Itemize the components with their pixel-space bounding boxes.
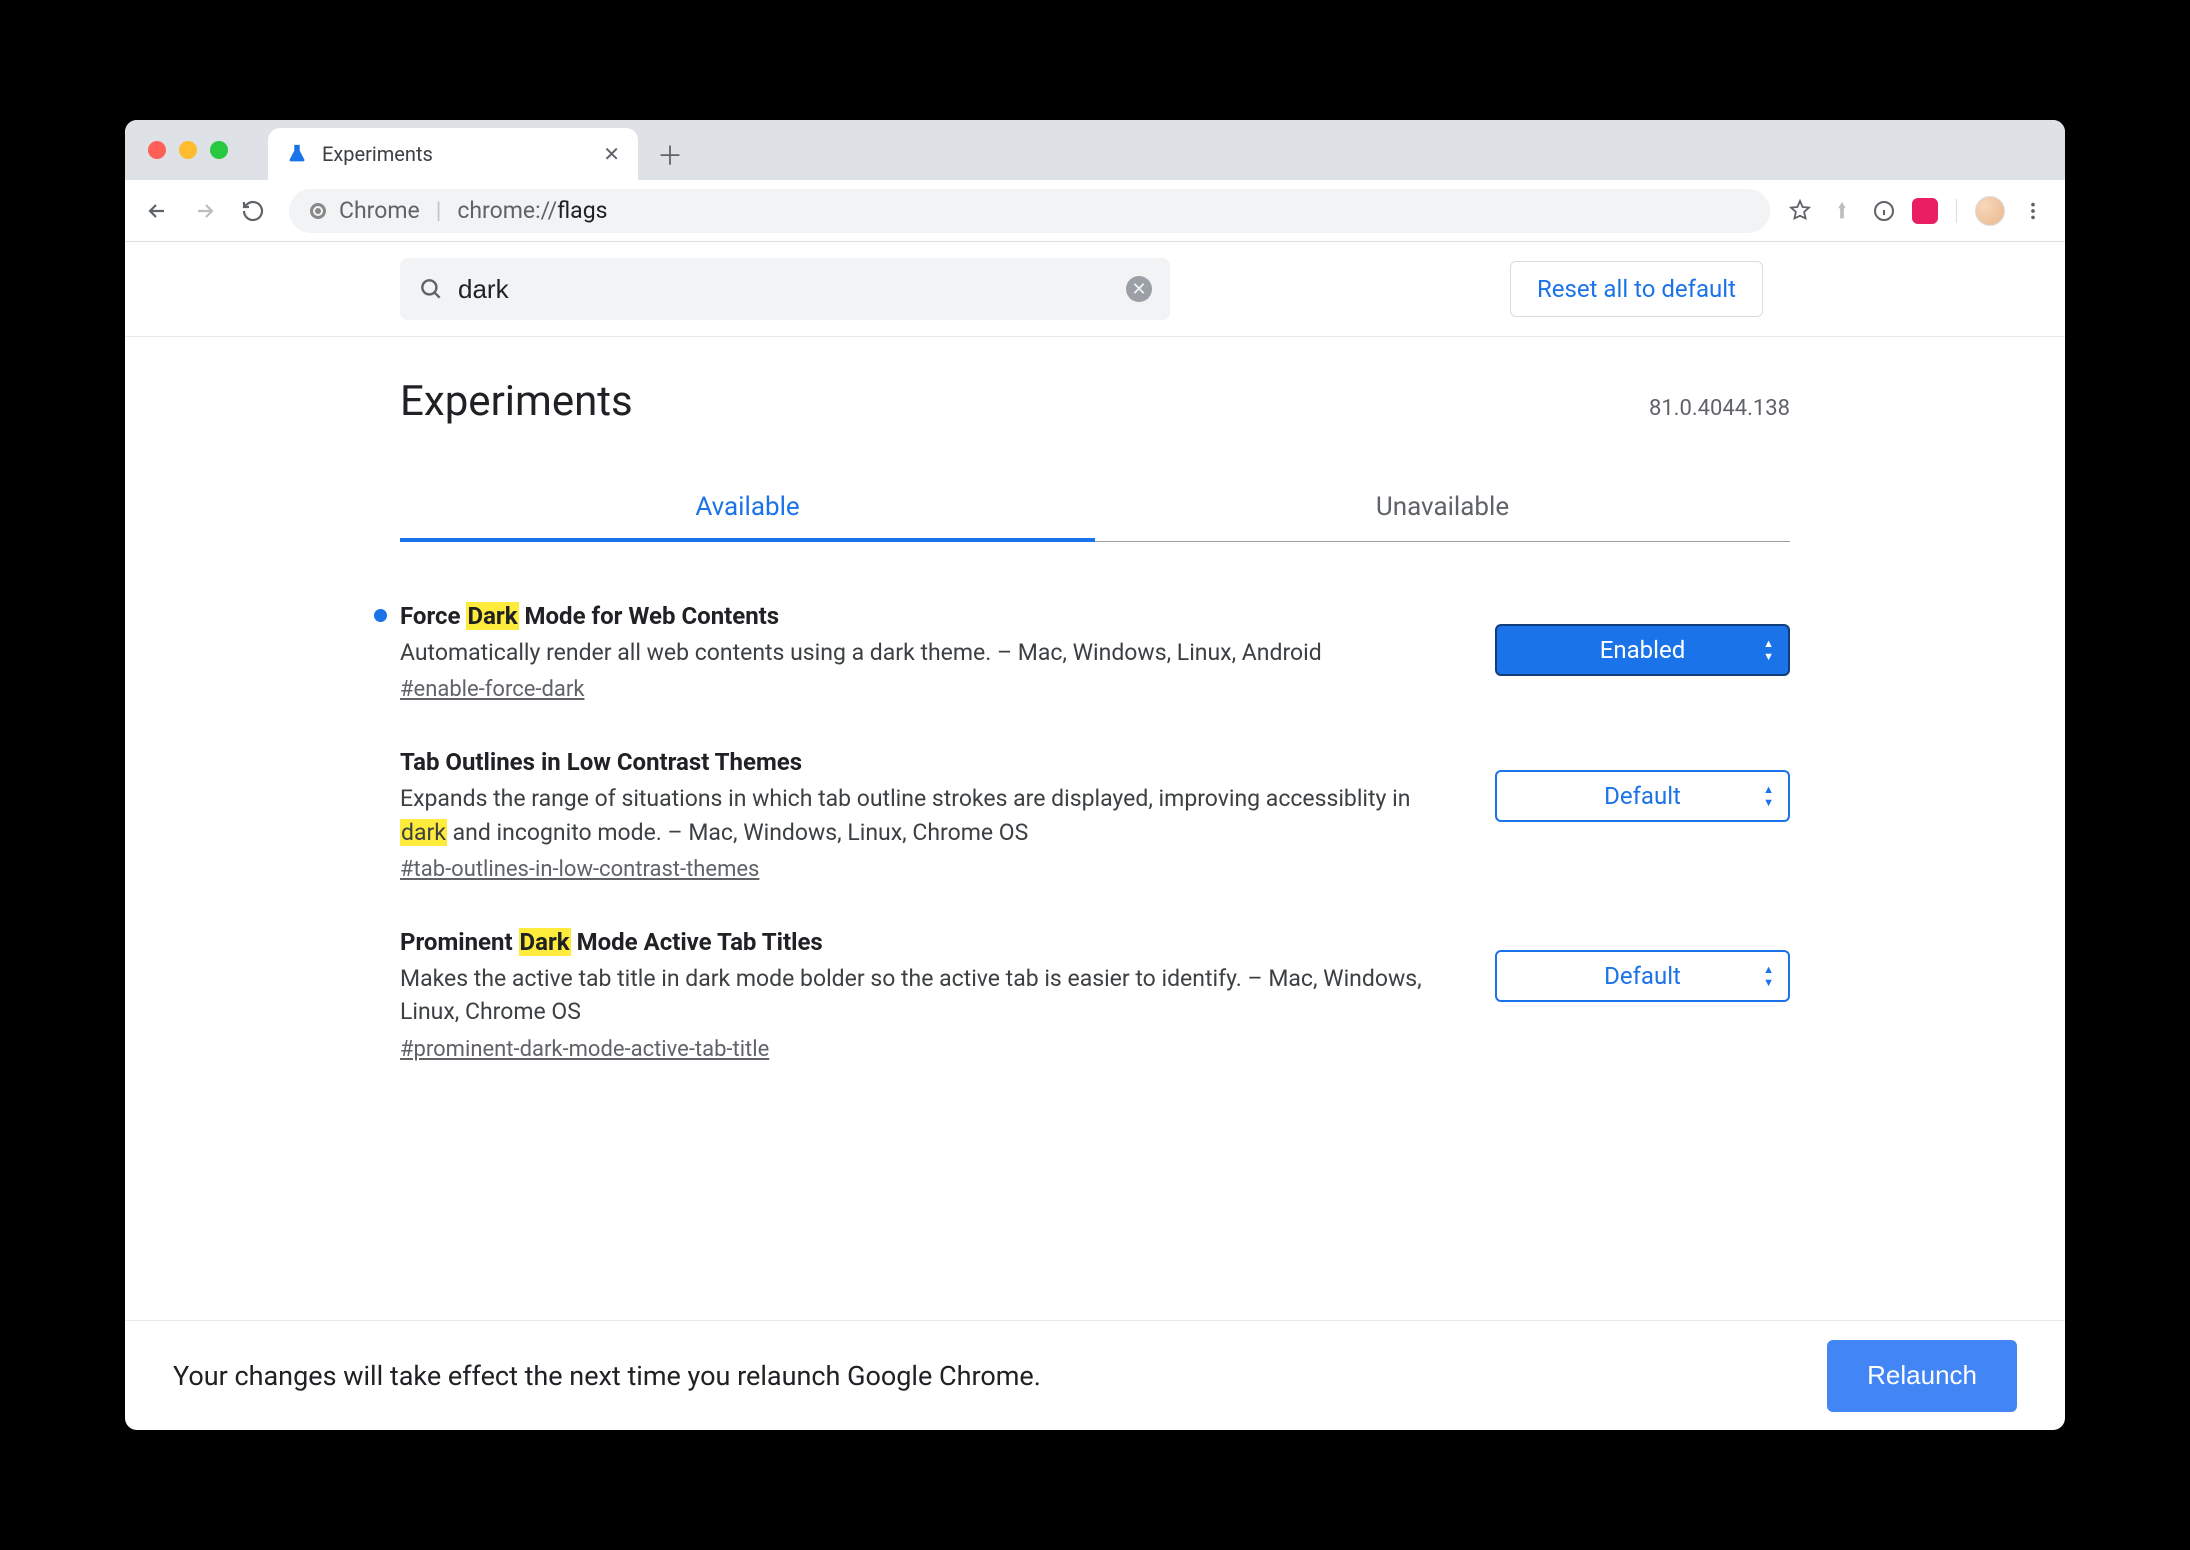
extension-pink-icon[interactable] (1912, 198, 1938, 224)
window-close-button[interactable] (148, 141, 166, 159)
tab-available[interactable]: Available (400, 476, 1095, 542)
select-arrows-icon: ▲▼ (1763, 964, 1774, 988)
address-bar[interactable]: Chrome | chrome://flags (289, 189, 1770, 233)
reload-button[interactable] (233, 191, 273, 231)
browser-tab[interactable]: Experiments ✕ (268, 128, 638, 180)
flag-row: Prominent Dark Mode Active Tab Titles Mak… (400, 918, 1790, 1098)
flag-anchor-link[interactable]: #tab-outlines-in-low-contrast-themes (400, 857, 759, 882)
toolbar-right (1786, 196, 2053, 226)
flask-icon (286, 143, 308, 165)
forward-button[interactable] (185, 191, 225, 231)
modified-indicator (374, 609, 387, 622)
search-icon (418, 276, 444, 302)
flag-anchor-link[interactable]: #prominent-dark-mode-active-tab-title (400, 1037, 769, 1062)
flag-anchor-link[interactable]: #enable-force-dark (400, 677, 584, 702)
flag-select-value: Default (1604, 962, 1681, 990)
profile-avatar[interactable] (1975, 196, 2005, 226)
chrome-version: 81.0.4044.138 (1649, 396, 1790, 421)
flag-select[interactable]: Enabled ▲▼ (1495, 624, 1790, 676)
flag-row: Force Dark Mode for Web Contents Automati… (400, 592, 1790, 738)
flag-title: Force Dark Mode for Web Contents (400, 602, 1455, 630)
bookmark-star-icon[interactable] (1786, 197, 1814, 225)
window-minimize-button[interactable] (179, 141, 197, 159)
back-button[interactable] (137, 191, 177, 231)
flags-search-input[interactable] (458, 274, 1112, 305)
relaunch-message: Your changes will take effect the next t… (173, 1360, 1041, 1392)
clear-search-button[interactable]: ✕ (1126, 276, 1152, 302)
flags-tabs: Available Unavailable (400, 476, 1790, 542)
tab-strip: Experiments ✕ ＋ (125, 120, 2065, 180)
flag-select-value: Enabled (1600, 636, 1686, 664)
window-controls (140, 141, 268, 159)
flag-description: Automatically render all web contents us… (400, 636, 1455, 669)
select-arrows-icon: ▲▼ (1763, 638, 1774, 662)
menu-button[interactable] (2019, 197, 2047, 225)
chrome-icon (307, 200, 329, 222)
flag-select[interactable]: Default ▲▼ (1495, 770, 1790, 822)
tab-title: Experiments (322, 142, 589, 166)
flags-list: Force Dark Mode for Web Contents Automati… (400, 592, 1790, 1098)
tab-unavailable[interactable]: Unavailable (1095, 476, 1790, 542)
info-icon[interactable] (1870, 197, 1898, 225)
flag-title: Prominent Dark Mode Active Tab Titles (400, 928, 1455, 956)
browser-window: Experiments ✕ ＋ Chrome | chrome://flags (125, 120, 2065, 1430)
omnibox-url: flags (557, 197, 607, 224)
window-maximize-button[interactable] (210, 141, 228, 159)
page-content: ✕ Reset all to default Experiments 81.0.… (125, 242, 2065, 1320)
flag-description: Makes the active tab title in dark mode … (400, 962, 1455, 1029)
flag-select[interactable]: Default ▲▼ (1495, 950, 1790, 1002)
extension-icon[interactable] (1828, 197, 1856, 225)
page-title: Experiments (400, 377, 633, 426)
omnibox-url-prefix: chrome:// (457, 197, 557, 224)
tab-close-button[interactable]: ✕ (603, 142, 620, 166)
flags-header: ✕ Reset all to default (125, 242, 2065, 337)
relaunch-button[interactable]: Relaunch (1827, 1340, 2017, 1412)
select-arrows-icon: ▲▼ (1763, 784, 1774, 808)
flag-row: Tab Outlines in Low Contrast Themes Expan… (400, 738, 1790, 918)
toolbar: Chrome | chrome://flags (125, 180, 2065, 242)
omnibox-app-label: Chrome (339, 197, 420, 224)
flag-select-value: Default (1604, 782, 1681, 810)
reset-all-button[interactable]: Reset all to default (1510, 261, 1763, 317)
flag-description: Expands the range of situations in which… (400, 782, 1455, 849)
relaunch-bar: Your changes will take effect the next t… (125, 1320, 2065, 1430)
flag-title: Tab Outlines in Low Contrast Themes (400, 748, 1455, 776)
flags-search-box[interactable]: ✕ (400, 258, 1170, 320)
new-tab-button[interactable]: ＋ (648, 132, 692, 176)
